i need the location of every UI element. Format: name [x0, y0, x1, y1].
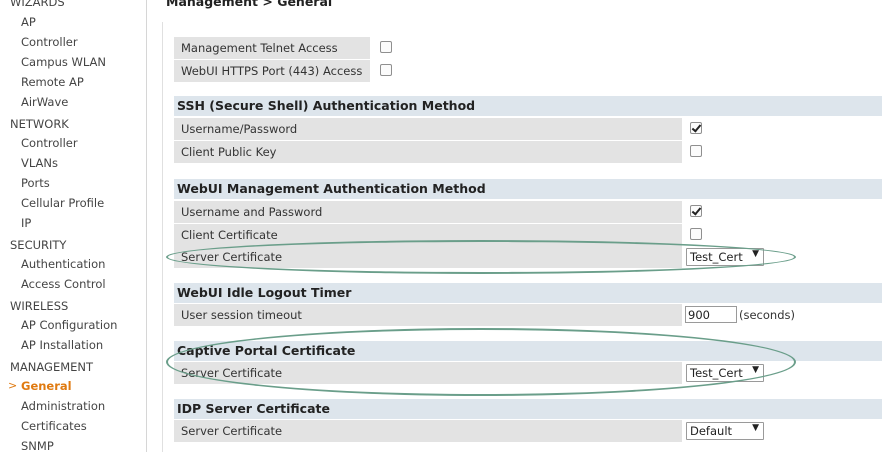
telnet-access-checkbox[interactable]: [380, 41, 392, 53]
ssh-username-password-checkbox[interactable]: [690, 122, 702, 134]
https-port-checkbox[interactable]: [380, 64, 392, 76]
sidebar-item-ap-installation[interactable]: AP Installation: [21, 338, 103, 352]
captive-server-cert-label: Server Certificate: [181, 366, 283, 380]
idle-timer-section-title: WebUI Idle Logout Timer: [177, 285, 352, 300]
sidebar-item-ap[interactable]: AP: [21, 15, 36, 29]
captive-portal-section-title: Captive Portal Certificate: [177, 343, 356, 358]
sidebar-section-security: SECURITY: [10, 238, 67, 252]
webui-server-cert-row: Server Certificate Test_Cert ▼: [174, 246, 882, 268]
sidebar-item-airwave[interactable]: AirWave: [21, 95, 68, 109]
ssh-public-key-checkbox[interactable]: [690, 145, 702, 157]
content-divider: [162, 22, 163, 452]
sidebar-item-authentication[interactable]: Authentication: [21, 257, 105, 271]
telnet-access-label: Management Telnet Access: [181, 41, 338, 55]
ssh-username-password-row: Username/Password: [174, 118, 882, 140]
session-timeout-input[interactable]: 900: [685, 306, 737, 323]
dropdown-arrow-icon: ▼: [752, 249, 759, 259]
sidebar-item-cellular-profile[interactable]: Cellular Profile: [21, 196, 104, 210]
dropdown-arrow-icon: ▼: [752, 423, 759, 433]
session-timeout-unit: (seconds): [739, 308, 795, 322]
captive-portal-section-header: Captive Portal Certificate: [174, 341, 882, 361]
ssh-section-header: SSH (Secure Shell) Authentication Method: [174, 96, 882, 116]
sidebar-section-management: MANAGEMENT: [10, 360, 94, 374]
webui-username-password-row: Username and Password: [174, 201, 882, 223]
idp-section-header: IDP Server Certificate: [174, 399, 882, 419]
sidebar-item-controller[interactable]: Controller: [21, 136, 78, 150]
idp-section-title: IDP Server Certificate: [177, 401, 330, 416]
sidebar-section-wireless: WIRELESS: [10, 299, 69, 313]
sidebar: WIZARDS AP Controller Campus WLAN Remote…: [0, 0, 147, 453]
sidebar-item-snmp[interactable]: SNMP: [21, 439, 54, 453]
sidebar-item-campus-wlan[interactable]: Campus WLAN: [21, 55, 106, 69]
webui-auth-section-header: WebUI Management Authentication Method: [174, 179, 882, 199]
idp-server-cert-label: Server Certificate: [181, 424, 283, 438]
sidebar-item-ap-configuration[interactable]: AP Configuration: [21, 318, 117, 332]
webui-client-cert-label: Client Certificate: [181, 228, 278, 242]
sidebar-item-vlans[interactable]: VLANs: [21, 156, 58, 170]
sidebar-item-ports[interactable]: Ports: [21, 176, 50, 190]
ssh-public-key-row: Client Public Key: [174, 141, 882, 163]
https-port-label: WebUI HTTPS Port (443) Access: [181, 64, 363, 78]
idle-timer-section-header: WebUI Idle Logout Timer: [174, 283, 882, 303]
telnet-access-row: Management Telnet Access: [174, 37, 394, 59]
dropdown-arrow-icon: ▼: [752, 365, 759, 375]
ssh-public-key-label: Client Public Key: [181, 145, 277, 159]
webui-client-cert-checkbox[interactable]: [690, 228, 702, 240]
session-timeout-row: User session timeout 900 (seconds): [174, 304, 882, 326]
sidebar-section-network: NETWORK: [10, 117, 69, 131]
sidebar-section-wizards: WIZARDS: [10, 0, 65, 9]
webui-auth-section-title: WebUI Management Authentication Method: [177, 181, 486, 196]
sidebar-item-administration[interactable]: Administration: [21, 399, 105, 413]
webui-server-cert-select[interactable]: Test_Cert ▼: [686, 248, 764, 266]
webui-username-password-label: Username and Password: [181, 205, 323, 219]
sidebar-item-access-control[interactable]: Access Control: [21, 277, 106, 291]
idp-server-cert-row: Server Certificate Default ▼: [174, 420, 882, 442]
sidebar-item-remote-ap[interactable]: Remote AP: [21, 75, 84, 89]
captive-server-cert-row: Server Certificate Test_Cert ▼: [174, 362, 882, 384]
sidebar-item-certificates[interactable]: Certificates: [21, 419, 87, 433]
ssh-section-title: SSH (Secure Shell) Authentication Method: [177, 98, 476, 113]
webui-username-password-checkbox[interactable]: [690, 205, 702, 217]
sidebar-item-ip[interactable]: IP: [21, 216, 31, 230]
sidebar-item-general[interactable]: General: [21, 379, 72, 393]
ssh-username-password-label: Username/Password: [181, 122, 298, 136]
captive-server-cert-select[interactable]: Test_Cert ▼: [686, 364, 764, 382]
webui-client-cert-row: Client Certificate: [174, 224, 882, 246]
chevron-right-icon: >: [8, 379, 18, 392]
idp-server-cert-select[interactable]: Default ▼: [686, 422, 764, 440]
https-port-row: WebUI HTTPS Port (443) Access: [174, 60, 394, 82]
webui-server-cert-label: Server Certificate: [181, 250, 283, 264]
session-timeout-label: User session timeout: [181, 308, 302, 322]
page-title: Management > General: [166, 0, 333, 9]
sidebar-item-controller-wizard[interactable]: Controller: [21, 35, 78, 49]
